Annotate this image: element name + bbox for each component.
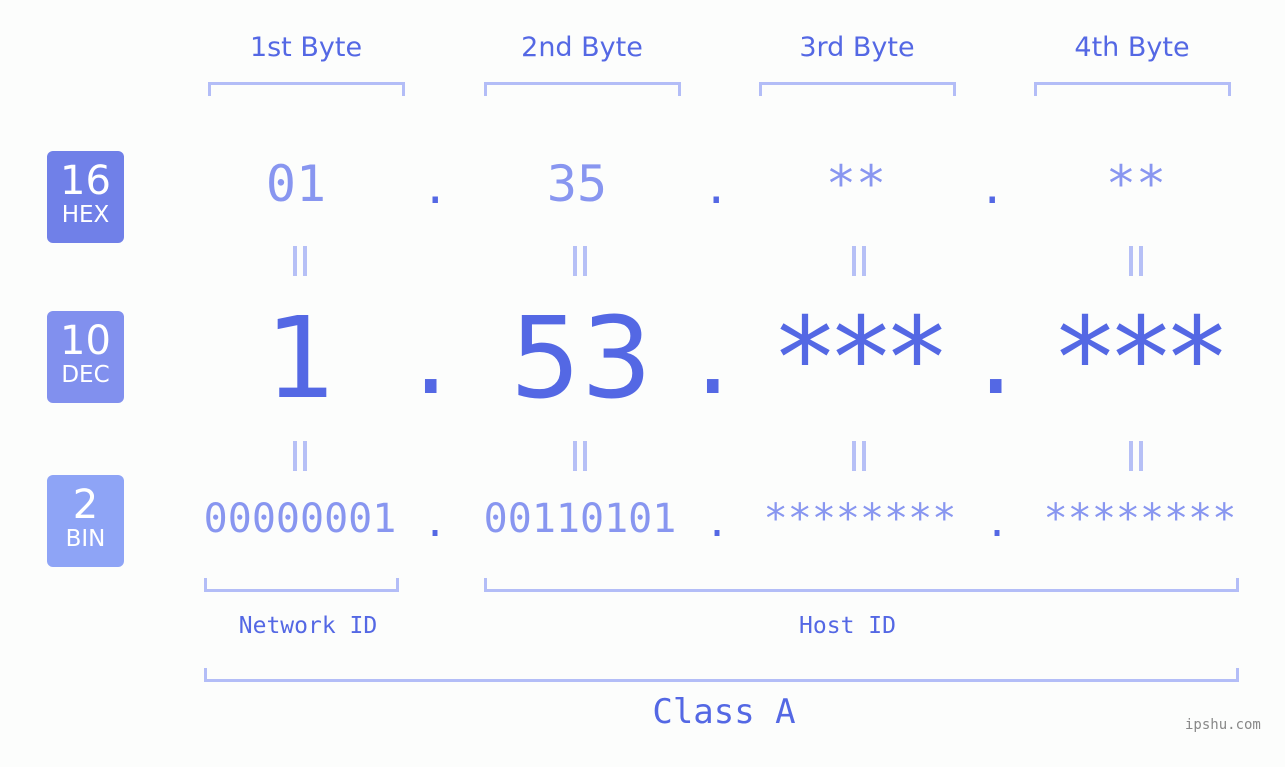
hex-badge: 16 HEX xyxy=(47,151,124,243)
equals-icon xyxy=(573,246,587,276)
equals-icon xyxy=(852,441,866,471)
equals-icon xyxy=(852,246,866,276)
hex-dot-2: . xyxy=(703,163,730,214)
byte-bracket-1 xyxy=(208,82,405,96)
bin-octet-1: 00000001 xyxy=(203,496,397,542)
dec-octet-3: *** xyxy=(777,294,945,424)
bin-dot-3: . xyxy=(985,500,1010,546)
bin-octet-2: 00110101 xyxy=(483,496,677,542)
network-bracket xyxy=(204,578,399,592)
dec-dot-3: . xyxy=(978,290,1014,420)
equals-icon xyxy=(1129,441,1143,471)
class-label: Class A xyxy=(652,692,796,732)
hex-label: HEX xyxy=(61,202,110,228)
bin-octet-3: ******** xyxy=(763,496,957,542)
host-id-label: Host ID xyxy=(799,613,896,639)
dec-label: DEC xyxy=(61,362,110,388)
byte-label-1: 1st Byte xyxy=(249,32,363,63)
bin-octet-4: ******** xyxy=(1043,496,1237,542)
byte-bracket-4 xyxy=(1034,82,1231,96)
hex-octet-2: 35 xyxy=(546,155,608,213)
dec-badge: 10 DEC xyxy=(47,311,124,403)
dec-octet-1: 1 xyxy=(265,294,337,424)
equals-icon xyxy=(293,441,307,471)
bin-base: 2 xyxy=(72,482,99,528)
equals-icon xyxy=(293,246,307,276)
hex-octet-3: ** xyxy=(825,155,887,213)
hex-dot-3: . xyxy=(979,163,1006,214)
bin-dot-2: . xyxy=(705,500,730,546)
hex-octet-1: 01 xyxy=(265,155,327,213)
class-bracket xyxy=(204,668,1239,682)
dec-base: 10 xyxy=(60,318,111,364)
byte-label-3: 3rd Byte xyxy=(799,32,915,63)
dec-dot-2: . xyxy=(695,290,731,420)
equals-icon xyxy=(1129,246,1143,276)
bin-badge: 2 BIN xyxy=(47,475,124,567)
bin-label: BIN xyxy=(65,526,106,552)
hex-octet-4: ** xyxy=(1105,155,1167,213)
watermark: ipshu.com xyxy=(1185,717,1261,733)
byte-bracket-2 xyxy=(484,82,681,96)
hex-dot-1: . xyxy=(422,163,449,214)
dec-octet-2: 53 xyxy=(509,294,653,424)
hex-base: 16 xyxy=(60,158,111,204)
byte-label-2: 2nd Byte xyxy=(521,32,643,63)
dec-octet-4: *** xyxy=(1057,294,1225,424)
host-bracket xyxy=(484,578,1239,592)
bin-dot-1: . xyxy=(423,500,448,546)
dec-dot-1: . xyxy=(413,290,449,420)
equals-icon xyxy=(573,441,587,471)
byte-bracket-3 xyxy=(759,82,956,96)
network-id-label: Network ID xyxy=(238,613,378,639)
byte-label-4: 4th Byte xyxy=(1074,32,1190,63)
